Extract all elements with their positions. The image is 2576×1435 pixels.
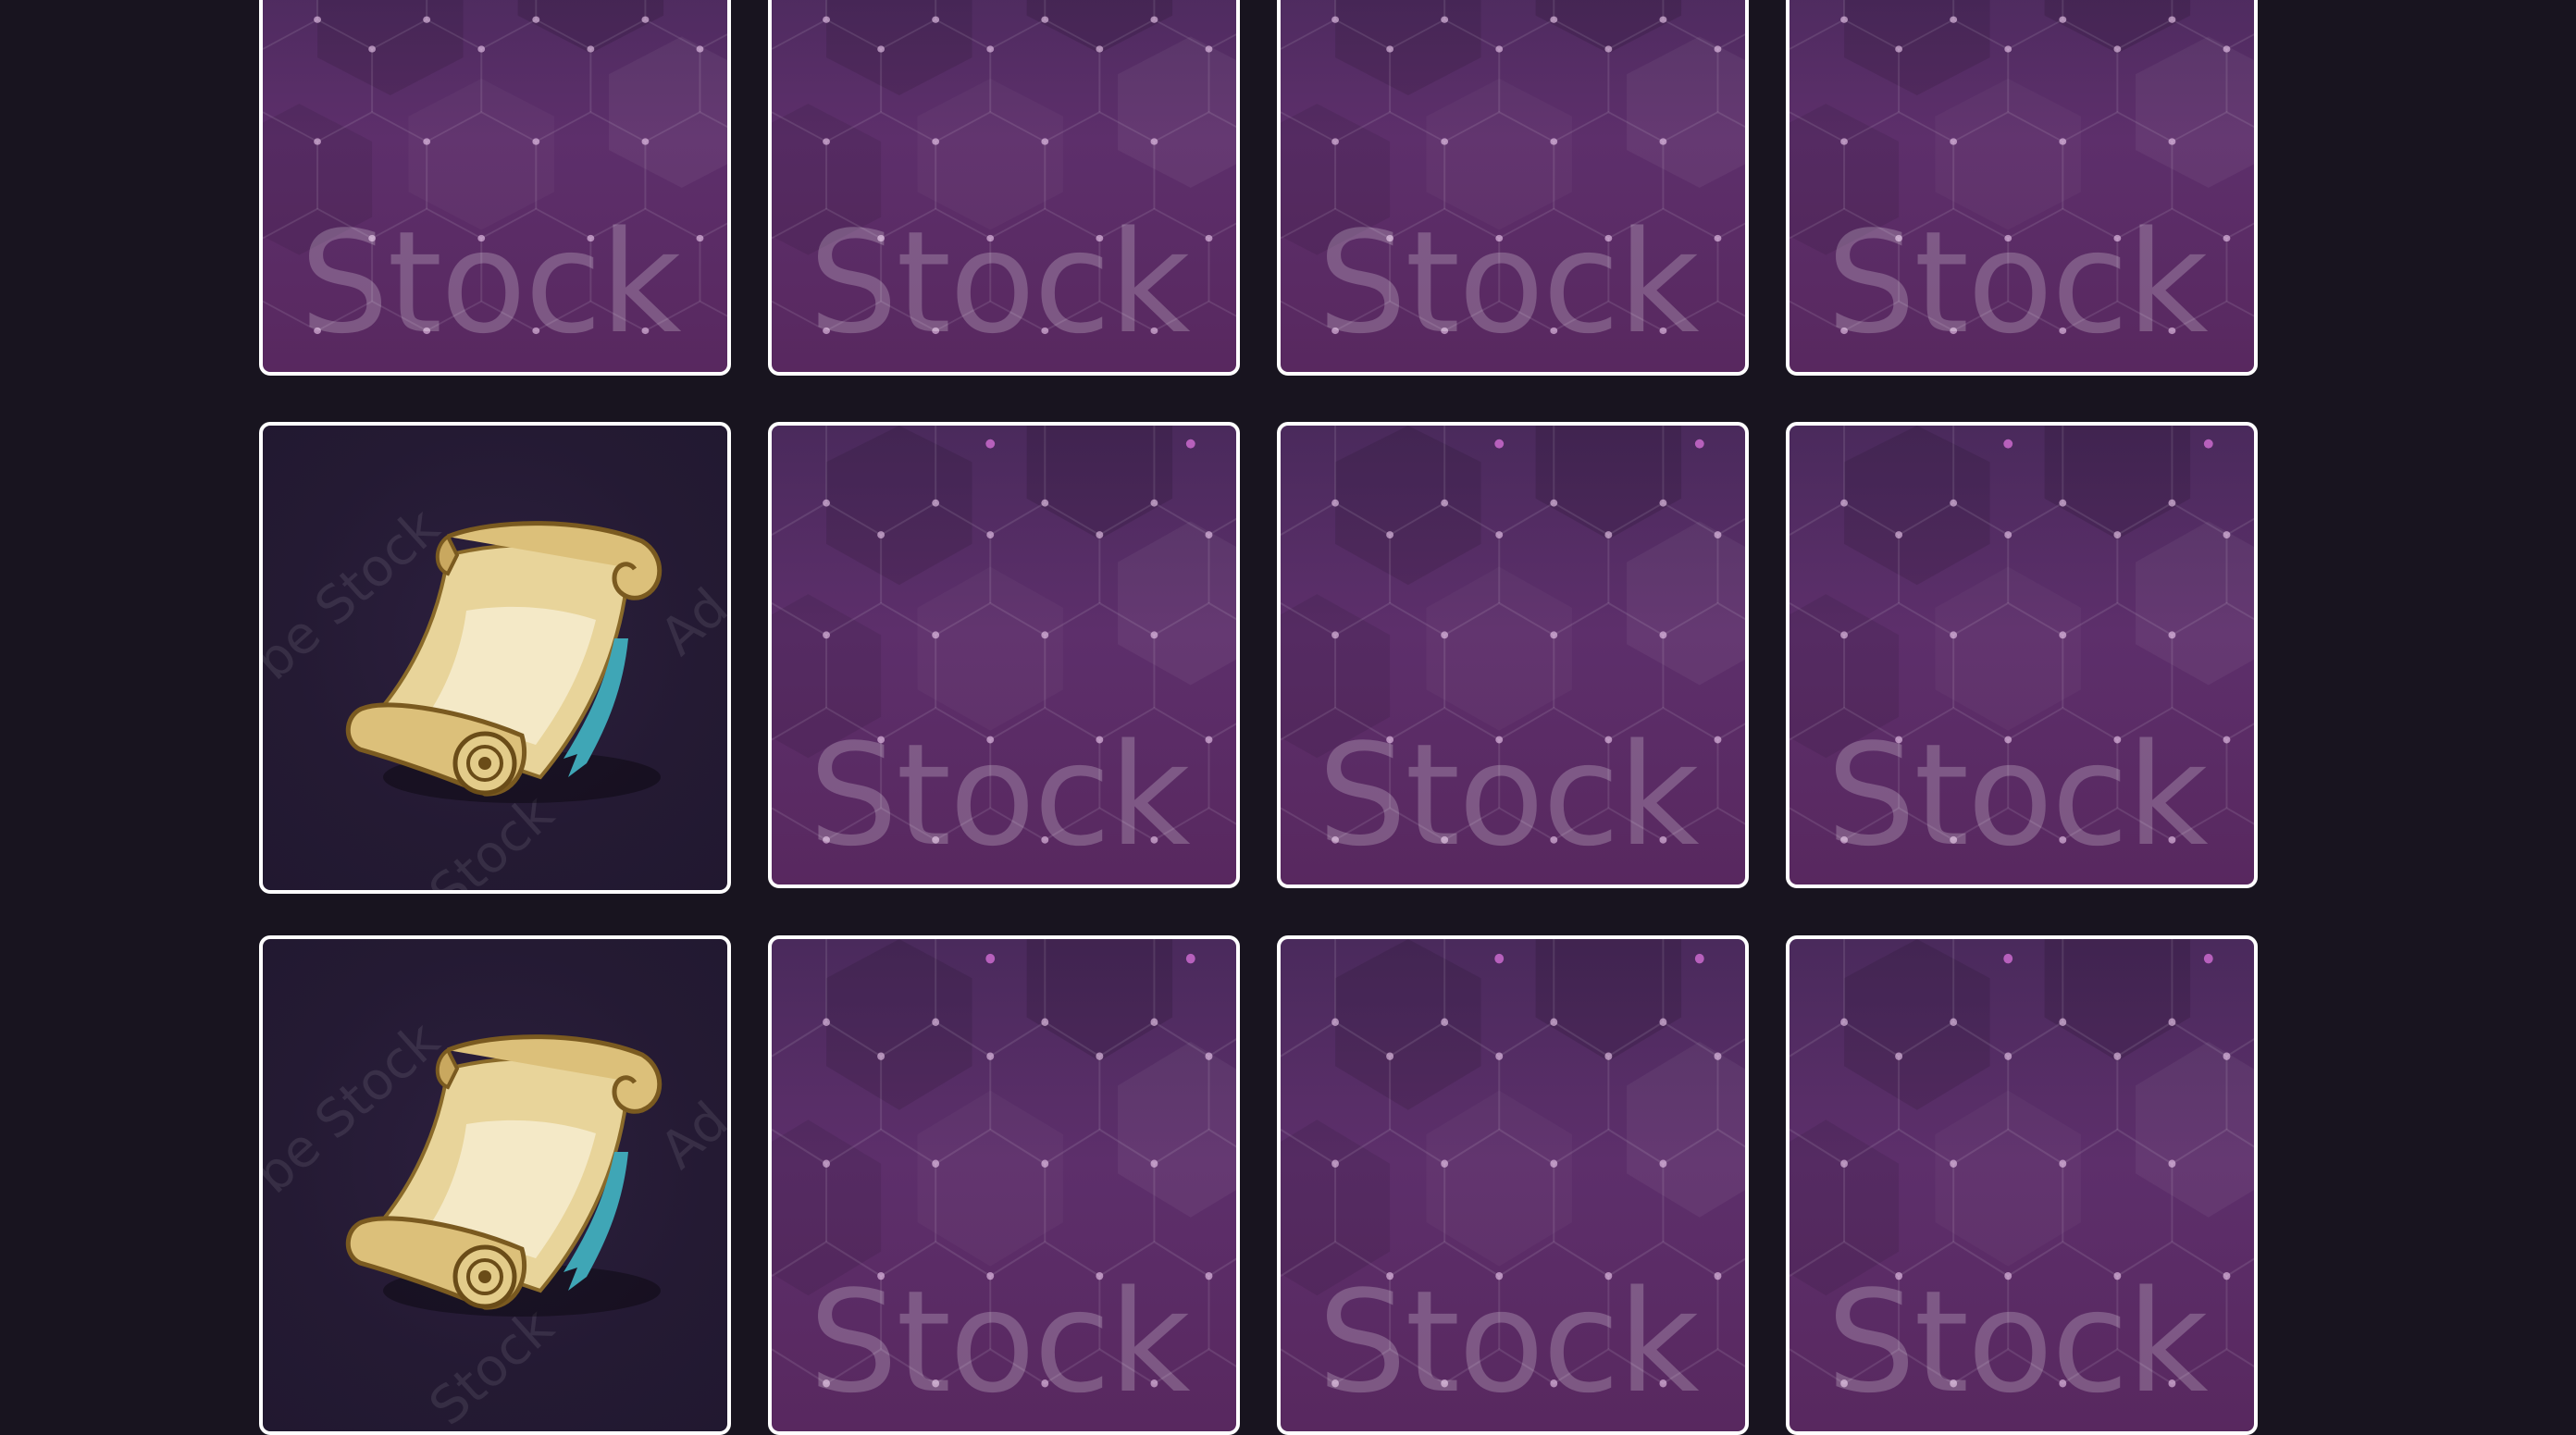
card-watermark: Stock (1318, 713, 1700, 877)
card-watermark: Stock (1318, 1260, 1700, 1424)
card-back[interactable]: Stock (768, 0, 1240, 376)
card-back[interactable]: Stock (768, 935, 1240, 1435)
card-watermark: Stock (809, 713, 1191, 877)
card-back[interactable]: Stock (1786, 422, 2258, 888)
card-back[interactable]: Stock (1786, 0, 2258, 376)
card-face-up[interactable]: be Stock Ad Stock (259, 935, 731, 1435)
card-watermark: Stock (809, 1260, 1191, 1424)
card-back[interactable]: Stock (259, 0, 731, 376)
card-back[interactable]: Stock (1277, 422, 1749, 888)
memory-game-board: Stock Stock Stock Stock be Stock Ad Stoc… (0, 0, 2576, 1435)
card-back[interactable]: Stock (1786, 935, 2258, 1435)
card-back[interactable]: Stock (1277, 0, 1749, 376)
card-watermark: Stock (1827, 201, 2209, 365)
card-watermark: Stock (1827, 1260, 2209, 1424)
card-back[interactable]: Stock (768, 422, 1240, 888)
card-watermark: Stock (1827, 713, 2209, 877)
card-watermark: Stock (300, 201, 682, 365)
scroll-icon (309, 1013, 698, 1346)
card-watermark: Stock (809, 201, 1191, 365)
scroll-icon (309, 500, 698, 833)
card-watermark: Stock (1318, 201, 1700, 365)
card-face-up[interactable]: be Stock Ad Stock (259, 422, 731, 894)
card-back[interactable]: Stock (1277, 935, 1749, 1435)
